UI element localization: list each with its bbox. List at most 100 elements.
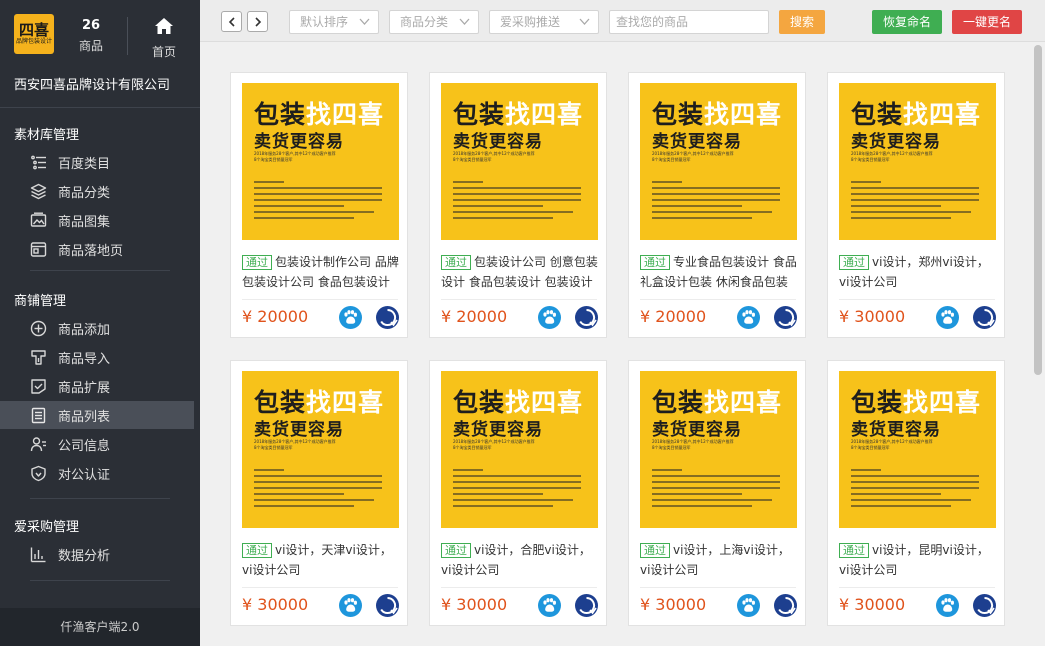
poster-subtext-2: 8个淘宝类目销量冠军 xyxy=(453,445,492,450)
search-input[interactable] xyxy=(609,10,769,34)
home-button[interactable]: 首页 xyxy=(142,17,186,60)
product-title[interactable]: 通过 vi设计，郑州vi设计，vi设计公司 xyxy=(839,252,997,292)
push-status-icon[interactable] xyxy=(575,306,598,329)
product-card[interactable]: 包装找四喜 卖货更容易 2018年服务28个客户,其中12个成功客户推荐 8个淘宝… xyxy=(628,72,806,338)
product-title[interactable]: 通过 vi设计，昆明vi设计，vi设计公司 xyxy=(839,540,997,580)
sidebar-item-baidu-category[interactable]: 百度类目 xyxy=(0,148,194,176)
category-select[interactable]: 商品分类 xyxy=(389,10,479,34)
push-status-icon[interactable] xyxy=(774,306,797,329)
product-title[interactable]: 通过 vi设计，天津vi设计，vi设计公司 xyxy=(242,540,400,580)
push-status-icon[interactable] xyxy=(973,594,996,617)
one-click-rename-button[interactable]: 一键更名 xyxy=(952,10,1022,34)
sidebar-item-product-category[interactable]: 商品分类 xyxy=(0,177,194,205)
poster-headline-b: 找四喜 xyxy=(505,388,584,417)
poster-subtext: 2018年服务28个客户,其中12个成功客户推荐 8个淘宝类目销量冠军 xyxy=(453,439,535,451)
push-status-icon[interactable] xyxy=(575,594,598,617)
baidu-paw-icon[interactable] xyxy=(538,594,561,617)
product-title[interactable]: 通过 专业食品包装设计 食品礼盒设计包装 休闲食品包装 xyxy=(640,252,798,292)
poster-fine-print xyxy=(453,181,583,223)
sidebar-item-product-list[interactable]: 商品列表 xyxy=(0,401,194,429)
sidebar-item-label: 商品扩展 xyxy=(58,380,111,396)
card-divider xyxy=(839,587,995,588)
sidebar-item-import-product[interactable]: 商品导入 xyxy=(0,343,194,371)
poster-headline-b: 找四喜 xyxy=(306,100,385,129)
sidebar-item-label: 公司信息 xyxy=(58,438,111,454)
product-count-button[interactable]: 26 商品 xyxy=(68,18,114,54)
poster-headline-a: 包装 xyxy=(851,100,904,129)
poster-headline-b: 找四喜 xyxy=(903,100,982,129)
scrollbar[interactable] xyxy=(1032,42,1045,646)
product-image[interactable]: 包装找四喜 卖货更容易 2018年服务28个客户,其中12个成功客户推荐 8个淘宝… xyxy=(640,371,797,528)
layers-icon xyxy=(30,183,47,199)
product-image[interactable]: 包装找四喜 卖货更容易 2018年服务28个客户,其中12个成功客户推荐 8个淘宝… xyxy=(839,83,996,240)
baidu-paw-icon[interactable] xyxy=(339,306,362,329)
sidebar-item-company-info[interactable]: 公司信息 xyxy=(0,430,194,458)
baidu-paw-icon[interactable] xyxy=(737,594,760,617)
poster-headline-b: 找四喜 xyxy=(505,100,584,129)
product-image[interactable]: 包装找四喜 卖货更容易 2018年服务28个客户,其中12个成功客户推荐 8个淘宝… xyxy=(441,83,598,240)
sidebar-item-add-product[interactable]: 商品添加 xyxy=(0,314,194,342)
product-title[interactable]: 通过 包装设计公司 创意包装设计 食品包装设计 包装设计 xyxy=(441,252,599,292)
product-card[interactable]: 包装找四喜 卖货更容易 2018年服务28个客户,其中12个成功客户推荐 8个淘宝… xyxy=(230,72,408,338)
product-count: 26 xyxy=(81,18,101,33)
push-status-icon[interactable] xyxy=(774,594,797,617)
sidebar-item-product-gallery[interactable]: 商品图集 xyxy=(0,206,194,234)
image-gallery-icon xyxy=(30,212,47,227)
product-image[interactable]: 包装找四喜 卖货更容易 2018年服务28个客户,其中12个成功客户推荐 8个淘宝… xyxy=(242,83,399,240)
push-select[interactable]: 爱采购推送 xyxy=(489,10,599,34)
push-status-icon[interactable] xyxy=(376,594,399,617)
sidebar-divider xyxy=(30,580,170,581)
sidebar-item-label: 百度类目 xyxy=(58,156,111,172)
push-status-icon[interactable] xyxy=(973,306,996,329)
product-card[interactable]: 包装找四喜 卖货更容易 2018年服务28个客户,其中12个成功客户推荐 8个淘宝… xyxy=(628,360,806,626)
product-image[interactable]: 包装找四喜 卖货更容易 2018年服务28个客户,其中12个成功客户推荐 8个淘宝… xyxy=(242,371,399,528)
poster-headline: 包装找四喜 xyxy=(851,95,981,131)
product-image[interactable]: 包装找四喜 卖货更容易 2018年服务28个客户,其中12个成功客户推荐 8个淘宝… xyxy=(839,371,996,528)
poster-headline-b: 找四喜 xyxy=(903,388,982,417)
card-divider xyxy=(242,587,398,588)
product-price: ¥ 20000 xyxy=(640,307,707,326)
product-card[interactable]: 包装找四喜 卖货更容易 2018年服务28个客户,其中12个成功客户推荐 8个淘宝… xyxy=(827,72,1005,338)
poster-subtext-2: 8个淘宝类目销量冠军 xyxy=(254,445,293,450)
product-image[interactable]: 包装找四喜 卖货更容易 2018年服务28个客户,其中12个成功客户推荐 8个淘宝… xyxy=(640,83,797,240)
poster-headline: 包装找四喜 xyxy=(254,95,384,131)
poster-fine-print xyxy=(851,181,981,223)
logo-subtext: 品牌包装设计 xyxy=(15,38,52,45)
sidebar-item-corporate-auth[interactable]: 对公认证 xyxy=(0,459,194,487)
poster-subtext-2: 8个淘宝类目销量冠军 xyxy=(652,445,691,450)
product-title[interactable]: 通过 包装设计制作公司 品牌包装设计公司 食品包装设计 xyxy=(242,252,400,292)
poster-subtext: 2018年服务28个客户,其中12个成功客户推荐 8个淘宝类目销量冠军 xyxy=(453,151,535,163)
forward-button[interactable] xyxy=(247,11,268,32)
push-status-icon[interactable] xyxy=(376,306,399,329)
product-image[interactable]: 包装找四喜 卖货更容易 2018年服务28个客户,其中12个成功客户推荐 8个淘宝… xyxy=(441,371,598,528)
baidu-paw-icon[interactable] xyxy=(936,306,959,329)
search-button[interactable]: 搜索 xyxy=(779,10,825,34)
poster-slogan: 卖货更容易 xyxy=(453,420,543,440)
sidebar-item-extend-product[interactable]: 商品扩展 xyxy=(0,372,194,400)
product-title[interactable]: 通过 vi设计，合肥vi设计，vi设计公司 xyxy=(441,540,599,580)
poster-headline: 包装找四喜 xyxy=(652,383,782,419)
product-card[interactable]: 包装找四喜 卖货更容易 2018年服务28个客户,其中12个成功客户推荐 8个淘宝… xyxy=(429,72,607,338)
poster-slogan: 卖货更容易 xyxy=(254,132,344,152)
restore-name-button[interactable]: 恢复命名 xyxy=(872,10,942,34)
card-divider xyxy=(640,299,796,300)
sidebar-item-data-analysis[interactable]: 数据分析 xyxy=(0,540,194,568)
scrollbar-thumb[interactable] xyxy=(1034,45,1042,375)
baidu-paw-icon[interactable] xyxy=(936,594,959,617)
sidebar-divider xyxy=(30,270,170,271)
baidu-paw-icon[interactable] xyxy=(339,594,362,617)
baidu-paw-icon[interactable] xyxy=(538,306,561,329)
sidebar-item-landing-page[interactable]: 商品落地页 xyxy=(0,235,194,263)
baidu-paw-icon[interactable] xyxy=(737,306,760,329)
product-grid: 包装找四喜 卖货更容易 2018年服务28个客户,其中12个成功客户推荐 8个淘宝… xyxy=(200,42,1032,646)
back-button[interactable] xyxy=(221,11,242,32)
product-card[interactable]: 包装找四喜 卖货更容易 2018年服务28个客户,其中12个成功客户推荐 8个淘宝… xyxy=(827,360,1005,626)
poster-headline: 包装找四喜 xyxy=(453,383,583,419)
poster-slogan: 卖货更容易 xyxy=(652,132,742,152)
product-title[interactable]: 通过 vi设计，上海vi设计，vi设计公司 xyxy=(640,540,798,580)
product-card[interactable]: 包装找四喜 卖货更容易 2018年服务28个客户,其中12个成功客户推荐 8个淘宝… xyxy=(230,360,408,626)
product-price: ¥ 30000 xyxy=(441,595,508,614)
company-logo: 四喜 品牌包装设计 xyxy=(14,14,54,54)
product-card[interactable]: 包装找四喜 卖货更容易 2018年服务28个客户,其中12个成功客户推荐 8个淘宝… xyxy=(429,360,607,626)
sort-select[interactable]: 默认排序 xyxy=(289,10,379,34)
